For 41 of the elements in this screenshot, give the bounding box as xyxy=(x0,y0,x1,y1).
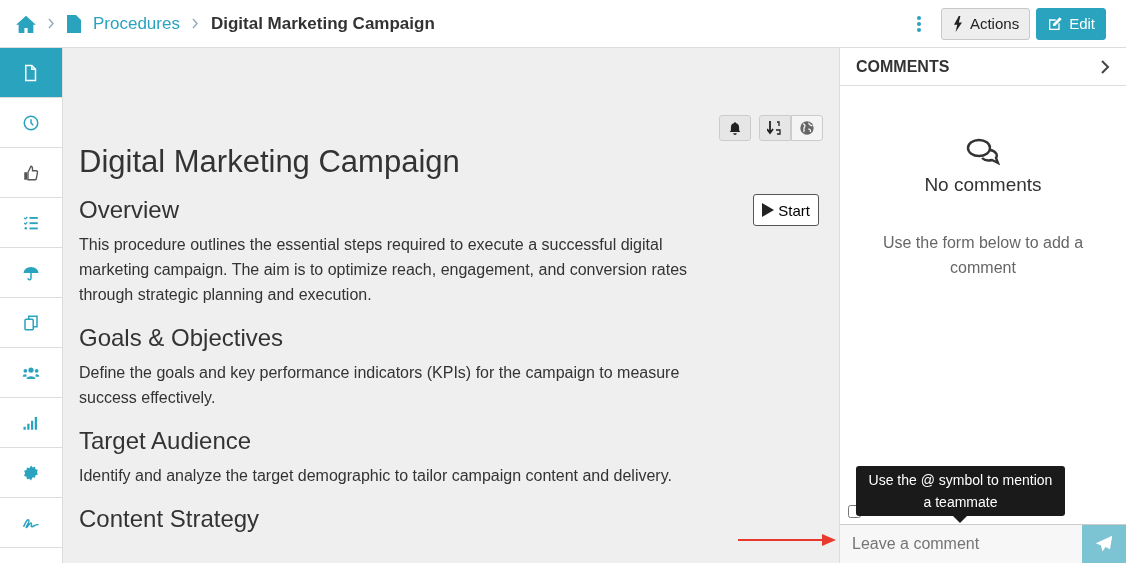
paper-plane-icon xyxy=(1095,535,1113,553)
checkbox[interactable] xyxy=(848,505,861,518)
clock-icon xyxy=(22,113,40,132)
comments-icon xyxy=(966,138,1000,166)
bell-icon xyxy=(728,121,742,135)
chevron-right-icon[interactable] xyxy=(1101,59,1110,74)
more-menu-icon[interactable] xyxy=(916,15,921,32)
sidebar-tab[interactable] xyxy=(0,48,62,98)
file-icon xyxy=(67,14,81,33)
thumb-icon xyxy=(22,163,40,182)
section-heading: Target Audience xyxy=(79,427,252,455)
badge-icon xyxy=(22,463,40,482)
tooltip-pointer xyxy=(953,516,967,523)
section-text: Identify and analyze the target demographic to tailor campaign content and delivery. xyxy=(79,466,673,486)
section-heading: Content Strategy xyxy=(79,505,260,533)
empty-hint: Use the form below to add a comment xyxy=(881,233,1085,278)
edit-icon xyxy=(1047,15,1064,32)
actions-button[interactable]: Actions xyxy=(940,7,1031,40)
comments-title: COMMENTS xyxy=(856,57,950,76)
sort-button[interactable] xyxy=(759,115,791,141)
section-text: This procedure outlines the essential steps required to execute a successful digital marketing campaign. The aim is to optimize reach, engagement, and conversion rates through strategic planning and execution. xyxy=(79,235,689,305)
section-heading: Goals & Objectives xyxy=(79,324,284,352)
start-button[interactable]: Start xyxy=(753,194,819,226)
comment-field[interactable]: Leave a comment xyxy=(840,525,1082,563)
home-icon[interactable] xyxy=(16,14,36,33)
page-title: Digital Marketing Campaign xyxy=(210,13,435,34)
copy-icon xyxy=(22,313,40,332)
sort-icon xyxy=(767,121,783,135)
section-text: Define the goals and key performance indicators (KPIs) for the campaign to measure success effectively. xyxy=(79,363,681,408)
document-title: Digital Marketing Campaign xyxy=(79,144,460,180)
tooltip: Use the @ symbol to mention a teammate xyxy=(856,466,1065,516)
section-heading: Overview xyxy=(79,196,180,224)
chevron-icon xyxy=(191,18,199,29)
empty-title: No comments xyxy=(924,174,1042,196)
play-icon xyxy=(762,203,775,217)
globe-button[interactable] xyxy=(791,115,823,141)
chevron-icon xyxy=(48,18,55,29)
lightning-icon xyxy=(951,15,964,32)
notification-button[interactable] xyxy=(719,115,751,141)
send-button[interactable] xyxy=(1082,525,1126,563)
globe-icon xyxy=(799,120,815,136)
